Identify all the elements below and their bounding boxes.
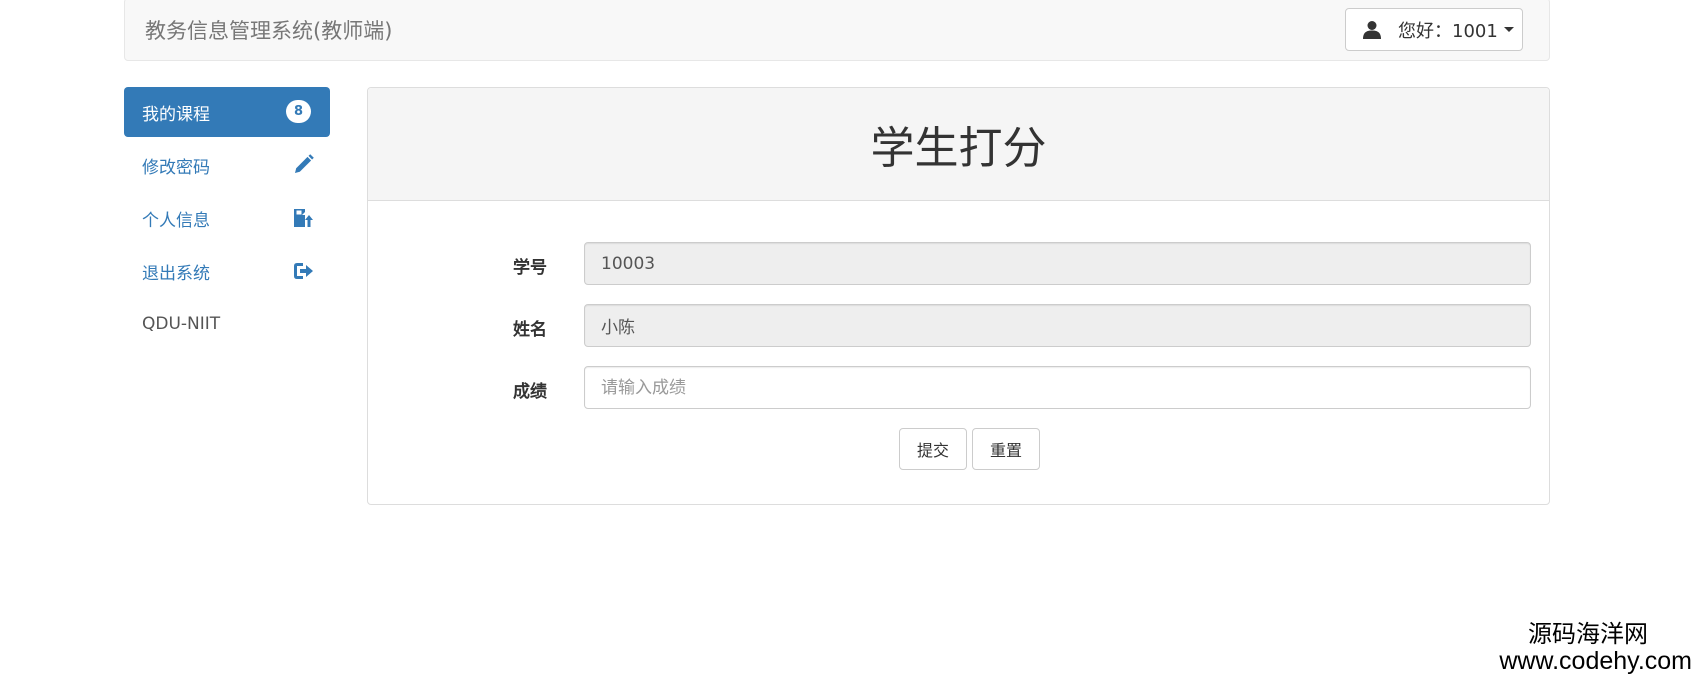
panel-heading: 学生打分 (368, 88, 1549, 201)
student-id-field[interactable] (584, 242, 1531, 285)
sidebar-footer-text: QDU-NIIT (124, 299, 330, 349)
site-watermark: 源码海洋网 www.codehy.com (1499, 623, 1692, 674)
name-label: 姓名 (513, 320, 547, 340)
user-icon (1363, 20, 1381, 39)
top-navbar: 教务信息管理系统(教师端) 您好：1001 (124, 0, 1550, 61)
app-title: 教务信息管理系统(教师端) (145, 19, 393, 43)
form-row-student-id: 学号 (368, 242, 1549, 285)
user-menu-button[interactable]: 您好：1001 (1345, 8, 1523, 51)
student-id-label: 学号 (513, 258, 547, 278)
watermark-url: www.codehy.com (1499, 647, 1692, 675)
sidebar-item-my-courses[interactable]: 我的课程 8 (124, 87, 330, 137)
user-greeting: 您好：1001 (1398, 20, 1498, 42)
pencil-icon (295, 154, 314, 173)
logout-icon (294, 263, 313, 279)
course-count-badge: 8 (286, 100, 311, 123)
reset-button[interactable]: 重置 (972, 428, 1040, 470)
sidebar-item-logout[interactable]: 退出系统 (124, 246, 330, 296)
sidebar-item-label: 个人信息 (142, 210, 210, 231)
sidebar-item-profile[interactable]: 个人信息 (124, 193, 330, 243)
score-field[interactable] (584, 366, 1531, 409)
sidebar-item-label: 修改密码 (142, 157, 210, 178)
grading-panel: 学生打分 学号 姓名 成绩 提交 重置 (367, 87, 1550, 505)
watermark-title: 源码海洋网 (1528, 621, 1648, 648)
sidebar-item-label: QDU-NIIT (142, 314, 221, 334)
chevron-down-icon (1503, 27, 1514, 32)
sidebar-item-change-password[interactable]: 修改密码 (124, 140, 330, 190)
submit-button[interactable]: 提交 (899, 428, 967, 470)
page-title: 学生打分 (870, 123, 1047, 174)
form-row-name: 姓名 (368, 304, 1549, 347)
form-actions: 提交 重置 (368, 428, 1549, 471)
save-upload-icon (294, 209, 313, 227)
name-field[interactable] (584, 304, 1531, 347)
score-label: 成绩 (513, 382, 547, 402)
sidebar: 我的课程 8 修改密码 个人信息 退出系统 QDU-NIIT (124, 87, 330, 352)
sidebar-item-label: 我的课程 (142, 104, 210, 125)
sidebar-item-label: 退出系统 (142, 263, 210, 284)
form-row-score: 成绩 (368, 366, 1549, 409)
